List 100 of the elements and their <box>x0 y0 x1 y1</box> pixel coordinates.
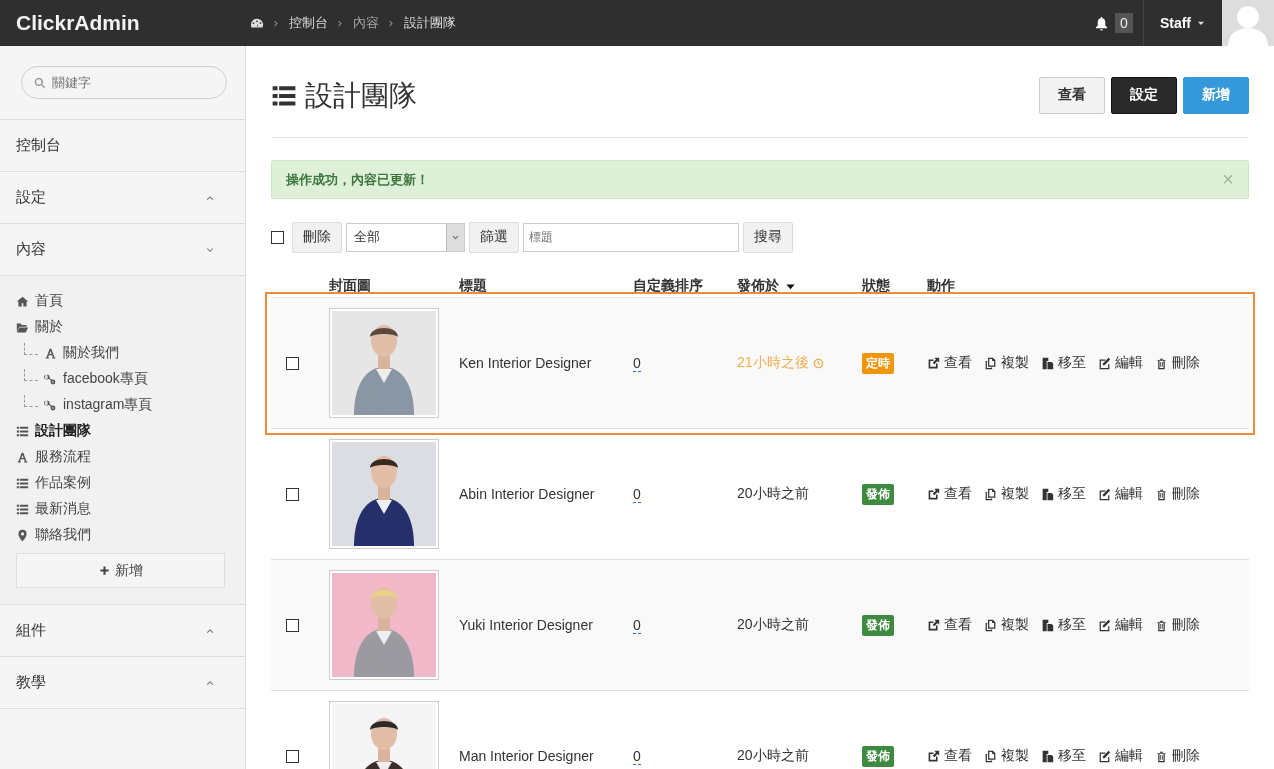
action-link[interactable]: 複製 <box>984 354 1029 372</box>
action-link[interactable]: 查看 <box>927 747 972 765</box>
chain-icon <box>44 398 57 412</box>
bell-icon <box>1094 15 1110 31</box>
action-link[interactable]: 刪除 <box>1155 747 1200 765</box>
search-field[interactable]: 關鍵字 <box>21 66 227 99</box>
breadcrumb-link[interactable]: 內容 <box>353 14 379 32</box>
action-link[interactable]: 移至 <box>1041 747 1086 765</box>
sidebar-item[interactable]: facebook專頁 <box>16 366 225 392</box>
action-link[interactable]: 編輯 <box>1098 485 1143 503</box>
plus-icon <box>98 565 110 576</box>
status-select[interactable]: 全部 <box>346 222 465 252</box>
home-icon <box>16 294 29 308</box>
external-link-icon <box>927 618 940 632</box>
list-icon <box>16 476 29 490</box>
action-link[interactable]: 刪除 <box>1155 616 1200 634</box>
sidebar-item[interactable]: 作品案例 <box>16 470 225 496</box>
letter-icon <box>16 450 29 464</box>
sidebar-section[interactable]: 組件 <box>0 605 245 657</box>
column-header: 狀態 <box>862 277 891 295</box>
status-badge: 定時 <box>862 352 894 374</box>
search-button[interactable]: 搜尋 <box>743 221 793 253</box>
chevron-right-icon <box>387 18 396 28</box>
action-link[interactable]: 查看 <box>927 616 972 634</box>
add-button[interactable]: 新增 <box>16 553 225 588</box>
checkbox[interactable] <box>286 618 299 632</box>
action-link[interactable]: 刪除 <box>1155 354 1200 372</box>
edit-icon <box>1098 749 1111 763</box>
header-button[interactable]: 設定 <box>1111 76 1177 114</box>
breadcrumb-link[interactable]: 控制台 <box>289 14 328 32</box>
map-pin-icon <box>16 528 29 542</box>
sidebar-item[interactable]: 關於我們 <box>16 340 225 366</box>
trash-icon <box>1155 356 1168 370</box>
checkbox[interactable] <box>271 230 284 244</box>
sidebar-item[interactable]: 關於 <box>16 314 225 340</box>
column-header[interactable]: 發佈於 <box>737 277 862 295</box>
action-link[interactable]: 複製 <box>984 485 1029 503</box>
table-row[interactable]: Yuki Interior Designer 0 20小時之前 發佈 查看 複製 移至 編輯 刪除 <box>271 560 1249 691</box>
order-value[interactable]: 0 <box>633 485 641 503</box>
letter-icon <box>44 346 57 360</box>
trash-icon <box>1155 749 1168 763</box>
action-link[interactable]: 移至 <box>1041 616 1086 634</box>
chevron-right-icon <box>336 18 345 28</box>
trash-icon <box>1155 487 1168 501</box>
action-link[interactable]: 複製 <box>984 747 1029 765</box>
column-header: 標題 <box>459 277 488 295</box>
list-icon <box>16 424 29 438</box>
edit-icon <box>1098 487 1111 501</box>
sidebar-section[interactable]: 控制台 <box>0 120 245 172</box>
sidebar-section[interactable]: 教學 <box>0 657 245 709</box>
table-row[interactable]: Man Interior Designer 0 20小時之前 發佈 查看 複製 移至 編輯 刪除 <box>271 691 1249 769</box>
action-link[interactable]: 編輯 <box>1098 747 1143 765</box>
sidebar-item[interactable]: 設計團隊 <box>16 418 225 444</box>
chevron-right-icon <box>272 18 281 28</box>
sidebar-item[interactable]: 服務流程 <box>16 444 225 470</box>
folder-icon <box>16 320 29 334</box>
notification-badge[interactable]: 0 <box>1115 13 1133 33</box>
alert-message: 操作成功，內容已更新！ <box>286 170 429 189</box>
external-link-icon <box>927 749 940 763</box>
search-field[interactable]: 標題 <box>523 222 739 252</box>
paste-icon <box>1041 618 1054 632</box>
action-link[interactable]: 編輯 <box>1098 616 1143 634</box>
copy-icon <box>984 749 997 763</box>
column-header: 封面圖 <box>329 277 372 295</box>
table-row[interactable]: Abin Interior Designer 0 20小時之前 發佈 查看 複製 移至 編輯 刪除 <box>271 429 1249 560</box>
copy-icon <box>984 487 997 501</box>
table-cell: 20小時之前 <box>737 616 809 634</box>
checkbox[interactable] <box>286 749 299 763</box>
page-title: 設計團隊 <box>305 78 417 113</box>
paste-icon <box>1041 487 1054 501</box>
action-link[interactable]: 查看 <box>927 354 972 372</box>
order-value[interactable]: 0 <box>633 616 641 634</box>
sidebar-item[interactable]: 最新消息 <box>16 496 225 522</box>
action-link[interactable]: 查看 <box>927 485 972 503</box>
clock-icon <box>812 357 824 369</box>
order-value[interactable]: 0 <box>633 747 641 765</box>
checkbox[interactable] <box>286 487 299 501</box>
action-link[interactable]: 移至 <box>1041 354 1086 372</box>
status-badge: 發佈 <box>862 614 894 636</box>
filter-button[interactable]: 篩選 <box>469 221 519 253</box>
action-link[interactable]: 編輯 <box>1098 354 1143 372</box>
table-cell: 20小時之前 <box>737 747 809 765</box>
sidebar-item[interactable]: 聯絡我們 <box>16 522 225 548</box>
sidebar-item[interactable]: instagram專頁 <box>16 392 225 418</box>
table-cell-text: Yuki Interior Designer <box>459 617 594 633</box>
delete-button[interactable]: 刪除 <box>292 221 342 253</box>
brand-logo[interactable]: ClickrAdmin <box>0 11 250 35</box>
sidebar-section[interactable]: 設定 <box>0 172 245 224</box>
sidebar-item[interactable]: 首頁 <box>16 288 225 314</box>
column-header: 自定義排序 <box>633 277 704 295</box>
external-link-icon <box>927 356 940 370</box>
header-button[interactable]: 查看 <box>1039 76 1105 114</box>
external-link-icon <box>927 487 940 501</box>
action-link[interactable]: 移至 <box>1041 485 1086 503</box>
action-link[interactable]: 刪除 <box>1155 485 1200 503</box>
action-link[interactable]: 複製 <box>984 616 1029 634</box>
order-value[interactable]: 0 <box>633 354 641 372</box>
checkbox[interactable] <box>286 356 299 370</box>
edit-icon <box>1098 356 1111 370</box>
list-icon <box>16 502 29 516</box>
